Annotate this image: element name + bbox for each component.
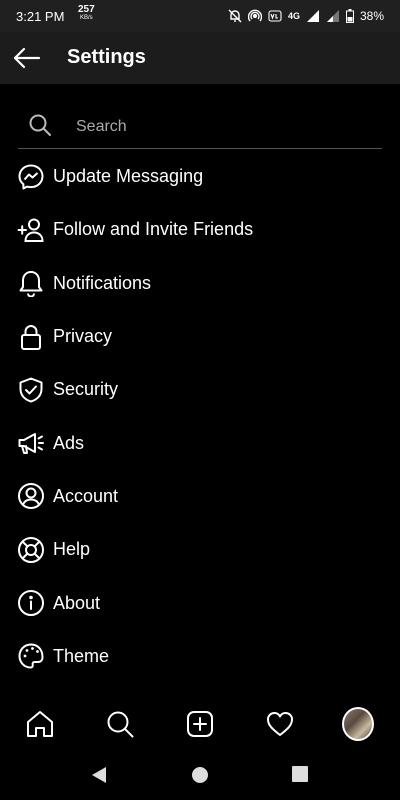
menu-item-label: About: [53, 592, 101, 613]
menu-item-label: Ads: [53, 432, 85, 453]
menu-item-help[interactable]: Help: [0, 523, 400, 576]
menu-item-label: Follow and Invite Friends: [53, 219, 254, 240]
menu-item-label: Theme: [53, 645, 110, 666]
menu-item-ads[interactable]: Ads: [0, 416, 400, 469]
system-navigation-bar: [0, 752, 400, 800]
signal-2-icon: [326, 10, 339, 22]
search-icon: [28, 113, 52, 142]
menu-item-security[interactable]: Security: [0, 363, 400, 416]
lifebuoy-icon: [17, 536, 45, 564]
user-circle-icon: [17, 482, 45, 510]
shield-check-icon: [17, 376, 45, 404]
system-recents-icon[interactable]: [292, 766, 308, 782]
nav-search-button[interactable]: [104, 708, 136, 740]
menu-item-label: Security: [53, 379, 119, 400]
menu-item-label: Update Messaging: [53, 166, 204, 187]
bell-icon: [17, 269, 45, 298]
info-icon: [17, 589, 45, 617]
system-home-icon[interactable]: [191, 766, 209, 784]
nav-new-post-button[interactable]: [184, 708, 216, 740]
menu-item-account[interactable]: Account: [0, 470, 400, 523]
profile-avatar: [342, 707, 374, 741]
hotspot-icon: [247, 9, 262, 22]
new-post-icon: [187, 711, 213, 737]
palette-icon: [17, 642, 45, 670]
menu-item-label: Notifications: [53, 272, 152, 293]
menu-item-follow-invite[interactable]: Follow and Invite Friends: [0, 203, 400, 256]
bottom-navigation: [0, 696, 400, 752]
menu-item-theme[interactable]: Theme: [0, 630, 400, 683]
battery-icon: [345, 9, 354, 23]
network-type: 4G: [287, 11, 300, 21]
search-bar: [18, 104, 382, 149]
network-speed: 257 KB/s: [78, 5, 95, 23]
network-speed-value: 257: [78, 4, 95, 15]
menu-item-notifications[interactable]: Notifications: [0, 257, 400, 310]
status-bar: 3:21 PM 257 KB/s 4G 38%: [0, 0, 400, 32]
menu-item-about[interactable]: About: [0, 576, 400, 629]
megaphone-icon: [17, 429, 45, 457]
back-button[interactable]: [12, 44, 42, 72]
page-title: Settings: [67, 46, 146, 68]
app-header: Settings: [0, 32, 400, 84]
volte-icon: [268, 10, 282, 22]
status-time: 3:21 PM: [16, 9, 65, 24]
battery-percent: 38%: [359, 9, 384, 23]
settings-menu: Update Messaging Follow and Invite Frien…: [0, 150, 400, 683]
menu-item-label: Help: [53, 539, 91, 560]
add-person-icon: [17, 216, 45, 244]
menu-item-label: Account: [53, 485, 119, 506]
search-icon: [107, 711, 134, 738]
network-speed-unit: KB/s: [80, 15, 93, 21]
signal-icon: [306, 10, 319, 22]
messenger-icon: [17, 163, 45, 191]
menu-item-update-messaging[interactable]: Update Messaging: [0, 150, 400, 203]
nav-home-button[interactable]: [24, 708, 56, 740]
menu-item-label: Privacy: [53, 326, 113, 347]
nav-activity-button[interactable]: [264, 708, 296, 740]
heart-icon: [267, 712, 293, 736]
menu-item-privacy[interactable]: Privacy: [0, 310, 400, 363]
arrow-left-icon: [13, 47, 41, 69]
home-icon: [27, 711, 53, 737]
nav-profile-button[interactable]: [342, 707, 374, 741]
status-icons: 4G 38%: [228, 7, 384, 25]
system-back-icon[interactable]: [91, 766, 107, 784]
search-input[interactable]: [74, 114, 368, 140]
notifications-off-icon: [228, 9, 242, 23]
lock-icon: [17, 323, 45, 351]
